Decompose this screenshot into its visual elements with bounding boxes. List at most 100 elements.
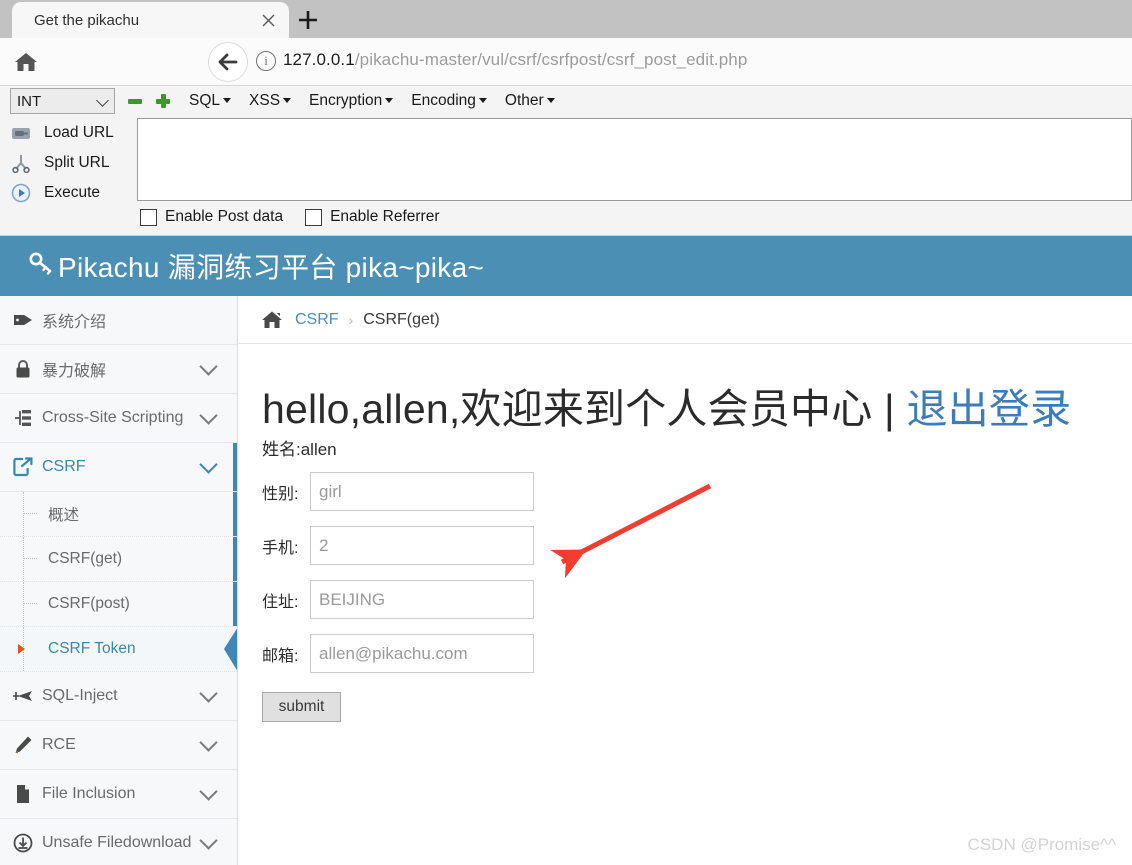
sidebar-subitem-label: CSRF Token: [48, 640, 136, 657]
phone-input[interactable]: 2: [310, 526, 534, 565]
form-row-gender: 性别: girl: [262, 472, 534, 511]
menu-xss-label: XSS: [249, 92, 281, 109]
sidebar-item-csrf[interactable]: CSRF: [0, 443, 237, 492]
plane-icon: [10, 688, 36, 704]
chevron-down-icon: [199, 356, 218, 376]
sidebar-item-brute-force[interactable]: 暴力破解: [0, 345, 237, 394]
execute-button[interactable]: Execute: [0, 178, 130, 208]
chevron-down-icon: [199, 781, 218, 801]
sidebar-item-label: RCE: [42, 736, 76, 753]
sidebar-item-unsafe-filedownload[interactable]: Unsafe Filedownload: [0, 819, 237, 865]
chevron-down-icon: [199, 830, 218, 850]
active-pointer-icon: [224, 627, 237, 672]
url-bar[interactable]: 127.0.0.1/pikachu-master/vul/csrf/csrfpo…: [283, 50, 747, 70]
page-title: hello,allen,欢迎来到个人会员中心 | 退出登录: [262, 375, 1071, 435]
caret-down-icon: [283, 98, 292, 103]
url-path: /pikachu-master/vul/csrf/csrfpost/csrf_p…: [354, 50, 748, 69]
browser-tab[interactable]: Get the pikachu: [12, 2, 289, 38]
menu-sql[interactable]: SQL: [189, 92, 232, 110]
load-url-label: Load URL: [44, 124, 114, 141]
sidebar-item-system-intro[interactable]: 系统介绍: [0, 296, 237, 345]
type-select[interactable]: INT: [10, 88, 115, 114]
submit-button[interactable]: submit: [262, 692, 341, 722]
plus-icon[interactable]: [155, 93, 171, 109]
sitemap-icon: [10, 409, 36, 427]
split-url-label: Split URL: [44, 154, 110, 171]
chevron-down-icon: [199, 683, 218, 703]
hackbar-actions: Load URL Split URL Execute: [0, 118, 130, 208]
breadcrumb-separator: ›: [348, 311, 354, 328]
sidebar-item-xss[interactable]: Cross-Site Scripting: [0, 394, 237, 443]
split-url-button[interactable]: Split URL: [0, 148, 130, 178]
caret-down-icon: [385, 98, 394, 103]
active-rail: [233, 582, 237, 626]
close-icon[interactable]: [253, 5, 283, 35]
hackbar-checkboxes: Enable Post data Enable Referrer: [140, 208, 439, 226]
breadcrumb-parent[interactable]: CSRF: [295, 311, 339, 329]
execute-label: Execute: [44, 184, 101, 201]
home-icon[interactable]: [261, 310, 283, 330]
info-icon[interactable]: i: [256, 51, 276, 71]
tree-tick: [24, 558, 37, 559]
chevron-down-icon: [199, 732, 218, 752]
checkbox-box: [305, 208, 323, 226]
address-label: 住址:: [262, 593, 299, 611]
annotation-arrow-icon: [550, 483, 712, 578]
enable-referrer-checkbox[interactable]: Enable Referrer: [305, 208, 439, 226]
chevron-down-icon: [96, 94, 109, 107]
sidebar-subitem-overview[interactable]: 概述: [0, 492, 237, 537]
sidebar-subitem-csrf-token[interactable]: CSRF Token: [0, 627, 237, 672]
caret-down-icon: [223, 98, 232, 103]
sidebar-subitem-csrf-get[interactable]: CSRF(get): [0, 537, 237, 582]
enable-post-data-label: Enable Post data: [165, 208, 284, 225]
new-tab-button[interactable]: [292, 4, 324, 36]
sidebar-item-label: Unsafe Filedownload: [42, 834, 192, 851]
user-name-line: 姓名:allen: [262, 440, 337, 459]
tab-title: Get the pikachu: [34, 11, 140, 29]
tree-line: [23, 492, 24, 536]
tree-tick: [24, 603, 37, 604]
enable-post-data-checkbox[interactable]: Enable Post data: [140, 208, 283, 226]
menu-encoding[interactable]: Encoding: [411, 92, 487, 110]
file-icon: [10, 784, 36, 804]
sidebar-item-rce[interactable]: RCE: [0, 721, 237, 770]
tree-tick: [24, 513, 37, 514]
email-input[interactable]: allen@pikachu.com: [310, 634, 534, 673]
enable-referrer-label: Enable Referrer: [330, 208, 440, 225]
download-circle-icon: [10, 833, 36, 853]
home-icon[interactable]: [4, 40, 48, 84]
menu-other[interactable]: Other: [505, 92, 555, 110]
caret-down-icon: [546, 98, 555, 103]
menu-other-label: Other: [504, 92, 544, 109]
sidebar-subitem-csrf-post[interactable]: CSRF(post): [0, 582, 237, 627]
sidebar-subitem-label: CSRF(get): [48, 550, 123, 567]
sidebar-item-sql-inject[interactable]: SQL-Inject: [0, 672, 237, 721]
gender-label: 性别:: [262, 485, 299, 503]
active-rail: [233, 443, 237, 491]
sidebar-item-label: 暴力破解: [42, 363, 107, 380]
minus-icon[interactable]: [127, 93, 143, 109]
load-url-button[interactable]: Load URL: [0, 118, 130, 148]
chevron-down-icon: [199, 454, 218, 474]
tab-strip: Get the pikachu: [0, 0, 1132, 38]
email-label: 邮箱:: [262, 647, 299, 665]
logout-link[interactable]: 退出登录: [906, 386, 1071, 432]
active-rail: [233, 492, 237, 536]
back-button[interactable]: [208, 42, 248, 82]
menu-sql-label: SQL: [189, 92, 221, 109]
caret-down-icon: [478, 98, 487, 103]
menu-encryption[interactable]: Encryption: [309, 92, 394, 110]
sidebar-subitem-label: CSRF(post): [48, 595, 130, 612]
form-row-email: 邮箱: allen@pikachu.com: [262, 634, 534, 673]
menu-encryption-label: Encryption: [309, 92, 383, 109]
profile-form: 性别: girl 手机: 2 住址: BEIJING 邮箱: allen@pik…: [262, 472, 534, 688]
gender-input[interactable]: girl: [310, 472, 534, 511]
address-input[interactable]: BEIJING: [310, 580, 534, 619]
external-link-icon: [10, 457, 36, 477]
menu-xss[interactable]: XSS: [249, 92, 292, 110]
hackbar-textarea[interactable]: [137, 118, 1132, 201]
sidebar-item-label: 系统介绍: [42, 314, 107, 331]
tree-line: [23, 582, 24, 626]
sidebar-item-file-inclusion[interactable]: File Inclusion: [0, 770, 237, 819]
caret-right-icon: [18, 644, 25, 654]
